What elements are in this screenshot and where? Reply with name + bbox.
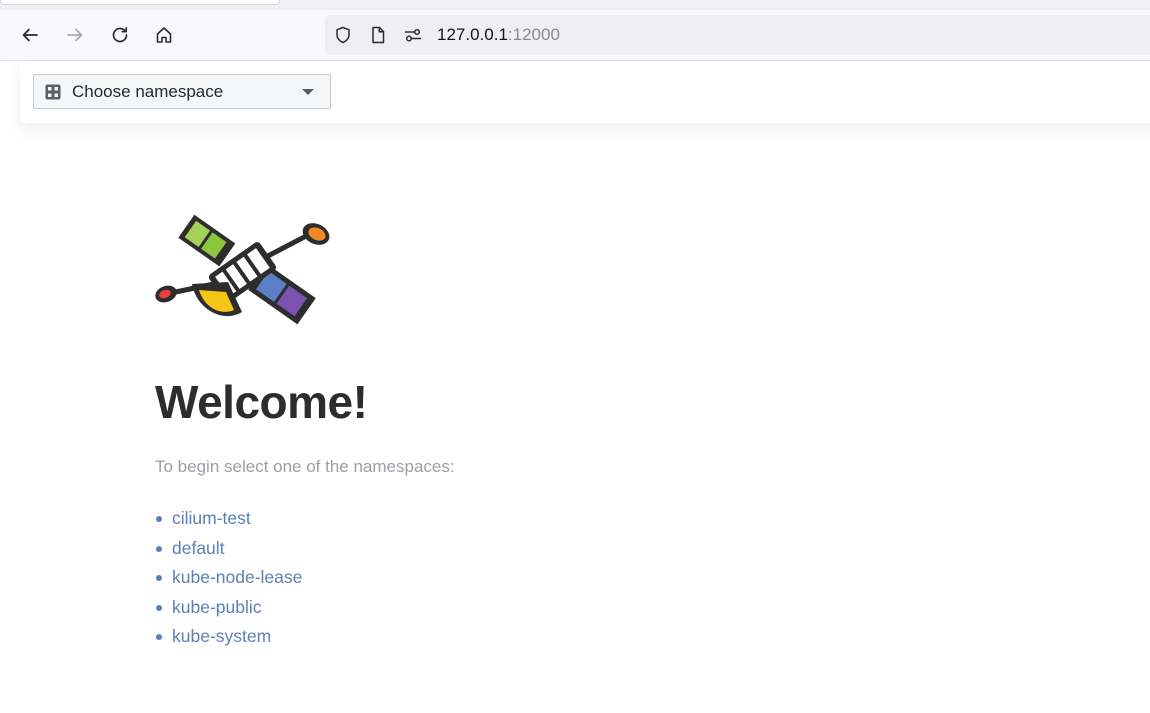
namespace-select[interactable]: Choose namespace <box>33 74 331 109</box>
back-arrow-icon <box>22 28 38 42</box>
back-button[interactable] <box>16 21 44 49</box>
home-button[interactable] <box>150 21 178 49</box>
forward-arrow-icon <box>67 28 83 42</box>
chevron-down-icon <box>302 89 314 95</box>
url-port: :12000 <box>507 25 560 44</box>
reload-button[interactable] <box>106 21 134 49</box>
namespace-list: cilium-test default kube-node-lease kube… <box>155 506 302 654</box>
satellite-logo <box>155 214 330 325</box>
namespace-link-kube-node-lease[interactable]: kube-node-lease <box>172 567 302 587</box>
list-item: cilium-test <box>155 506 302 536</box>
home-icon <box>156 27 172 43</box>
app-header: Choose namespace <box>20 61 1150 123</box>
active-tab[interactable] <box>0 0 280 5</box>
namespace-link-default[interactable]: default <box>172 538 225 558</box>
namespace-link-cilium-test[interactable]: cilium-test <box>172 508 251 528</box>
namespace-link-kube-public[interactable]: kube-public <box>172 597 262 617</box>
reload-icon <box>112 26 128 43</box>
list-item: kube-public <box>155 595 302 625</box>
list-item: default <box>155 536 302 566</box>
tab-strip <box>0 0 1150 10</box>
page-subtitle: To begin select one of the namespaces: <box>155 457 455 476</box>
page-icon[interactable] <box>368 25 388 45</box>
namespace-select-label: Choose namespace <box>72 82 224 101</box>
shield-icon[interactable] <box>333 25 353 45</box>
forward-button[interactable] <box>61 21 89 49</box>
permissions-icon[interactable] <box>403 25 423 45</box>
namespace-link-kube-system[interactable]: kube-system <box>172 626 271 646</box>
url-host: 127.0.0.1 <box>437 25 508 44</box>
browser-toolbar: 127.0.0.1:12000 <box>0 10 1150 61</box>
url-text[interactable]: 127.0.0.1:12000 <box>437 25 560 45</box>
address-bar[interactable]: 127.0.0.1:12000 <box>325 15 1150 55</box>
page-title: Welcome! <box>155 376 368 428</box>
namespace-icon <box>45 84 61 100</box>
list-item: kube-node-lease <box>155 565 302 595</box>
list-item: kube-system <box>155 624 302 654</box>
